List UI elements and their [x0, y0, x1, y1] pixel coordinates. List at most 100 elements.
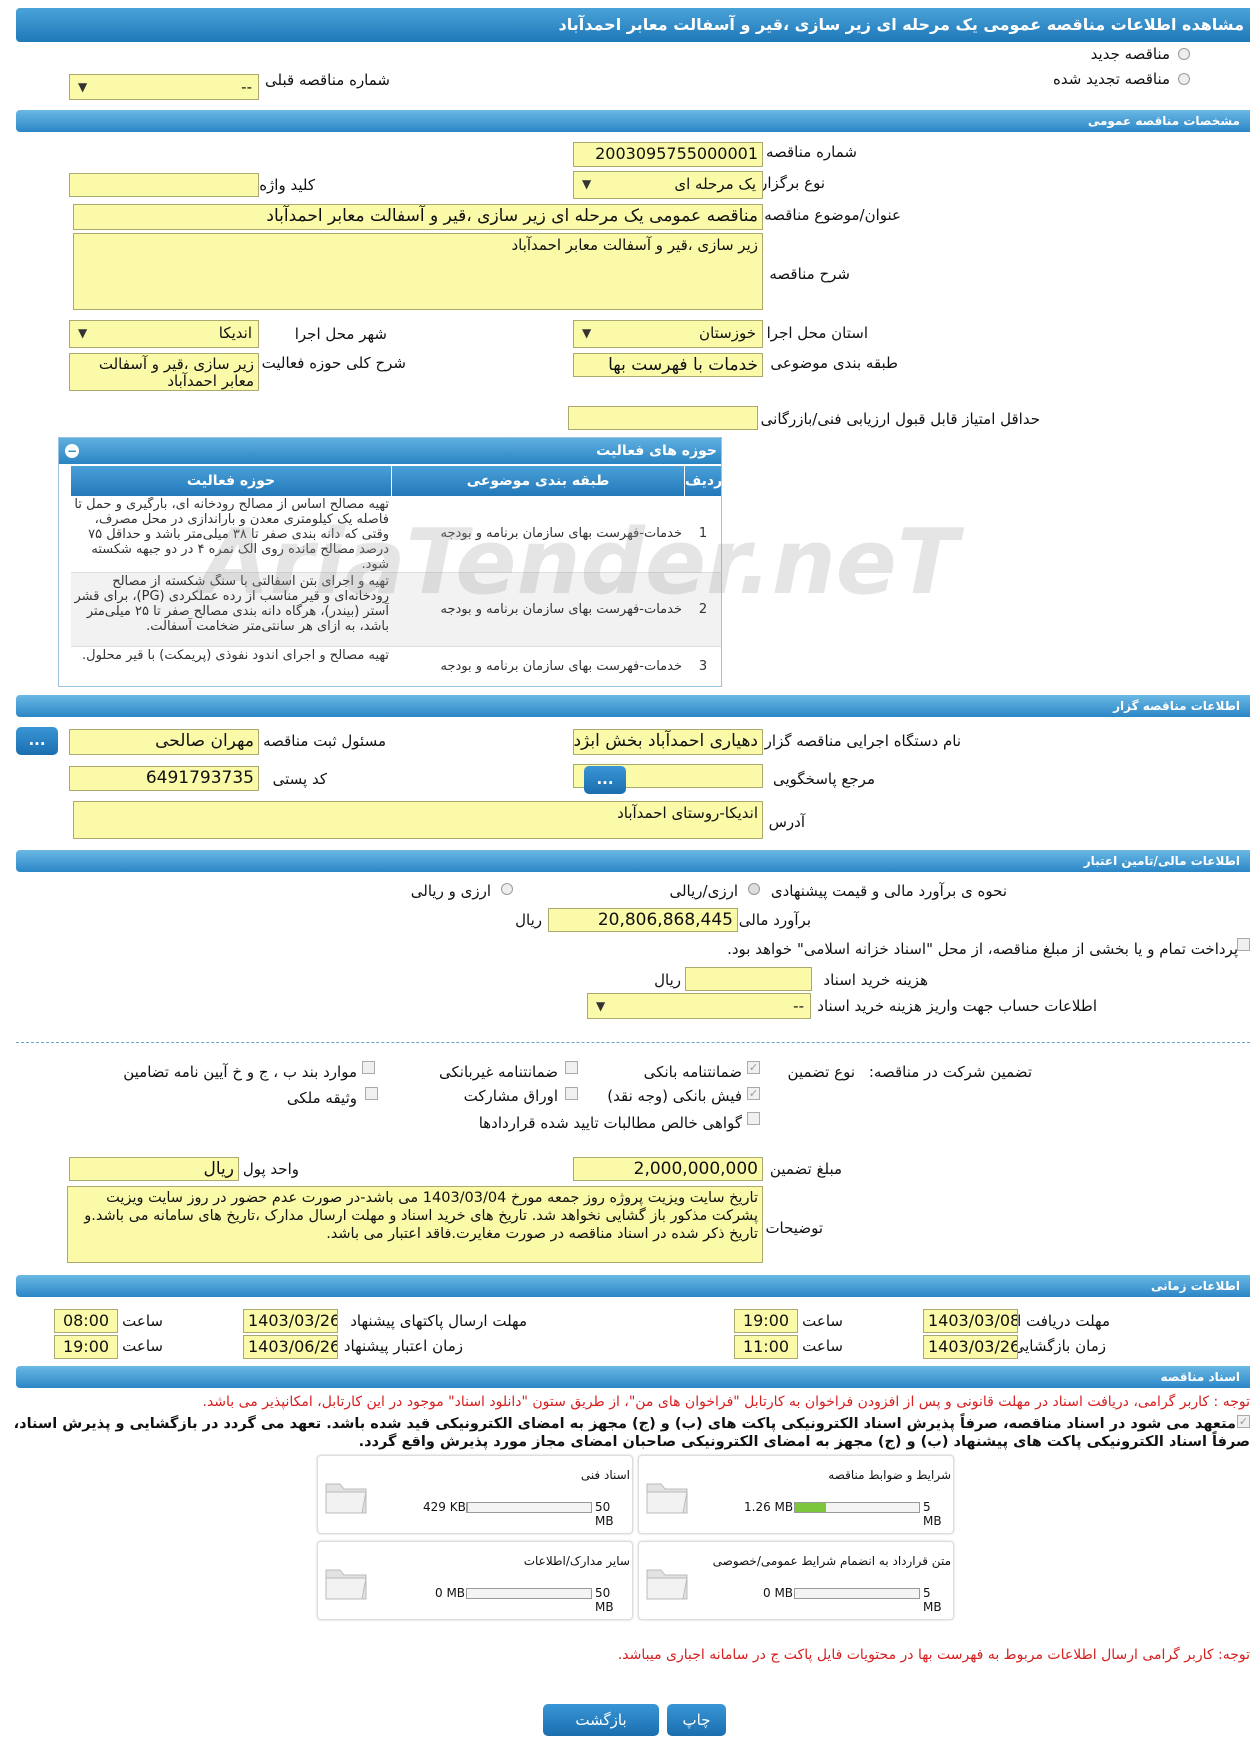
doc-fee-unit: ریال — [654, 971, 681, 989]
file-tile[interactable]: اسناد فنی 429 KB 50 MB — [317, 1455, 633, 1534]
province-label: استان محل اجرا — [766, 324, 868, 342]
scope-label: شرح کلی حوزه فعالیت — [261, 354, 406, 372]
nonbank-guarantee-checkbox[interactable] — [565, 1061, 578, 1074]
file-max: 5 MB — [923, 1500, 942, 1528]
regulation-checkbox[interactable] — [362, 1061, 375, 1074]
property-checkbox[interactable] — [365, 1087, 378, 1100]
back-button[interactable]: بازگشت — [543, 1704, 659, 1736]
address-field[interactable]: اندیکا-روستای احمدآباد — [73, 801, 763, 839]
page-title: مشاهده اطلاعات مناقصه عمومی یک مرحله ای … — [558, 15, 1244, 34]
keyword-field[interactable] — [69, 173, 259, 197]
file-size: 1.26 MB — [744, 1500, 794, 1514]
file-progress — [794, 1588, 920, 1599]
subject-field[interactable]: مناقصه عمومی یک مرحله ای زیر سازی ،قیر و… — [73, 204, 763, 230]
opening-time[interactable]: 11:00 — [734, 1335, 798, 1359]
prev-number-select[interactable]: -- ▼ — [69, 74, 259, 100]
city-value: اندیکا — [218, 324, 252, 342]
postal-field[interactable]: 6491793735 — [69, 766, 259, 791]
bonds-checkbox[interactable] — [565, 1087, 578, 1100]
commitment-line-1: متعهد می شود در اسناد مناقصه، صرفاً پذیر… — [13, 1416, 1236, 1432]
chevron-down-icon: ▼ — [582, 326, 592, 340]
prev-number-value: -- — [241, 78, 252, 96]
file-tile[interactable]: سایر مدارک/اطلاعات 0 MB 50 MB — [317, 1541, 633, 1620]
select-responsible-button[interactable]: ... — [16, 727, 58, 755]
validity-label: زمان اعتبار پیشنهاد — [343, 1337, 463, 1355]
rial-radio[interactable] — [748, 883, 760, 895]
fx-radio[interactable] — [501, 883, 513, 895]
table-row: 2 خدمات-فهرست بهای سازمان برنامه و بودجه… — [71, 573, 721, 647]
file-size: 0 MB — [435, 1586, 466, 1600]
receivables-checkbox[interactable] — [747, 1112, 760, 1125]
notes-label: توضیحات — [765, 1219, 823, 1237]
chevron-down-icon: ▼ — [78, 80, 88, 94]
print-button[interactable]: چاپ — [667, 1704, 726, 1736]
currency-field[interactable]: ریال — [69, 1157, 239, 1181]
nonbank-guarantee-label: ضمانتنامه غیربانکی — [439, 1063, 558, 1081]
section-general-title: مشخصات مناقصه عمومی — [1087, 114, 1240, 128]
file-progress — [466, 1588, 592, 1599]
guarantee-type-label: نوع تضمین — [787, 1063, 855, 1081]
docs-notice: توجه : کاربر گرامی، دریافت اسناد در مهلت… — [202, 1394, 1250, 1410]
validity-date[interactable]: 1403/06/26 — [243, 1335, 338, 1359]
file-tile[interactable]: شرایط و ضوابط مناقصه 1.26 MB 5 MB — [638, 1455, 954, 1534]
file-tile[interactable]: متن قرارداد به انضمام شرایط عمومی/خصوصی … — [638, 1541, 954, 1620]
section-documents-title: اسناد مناقصه — [1160, 1370, 1240, 1384]
section-organizer-title: اطلاعات مناقصه گزار — [1113, 699, 1240, 713]
cash-receipt-checkbox[interactable]: ✓ — [747, 1087, 760, 1100]
min-score-field[interactable] — [568, 406, 758, 430]
validity-time[interactable]: 19:00 — [54, 1335, 118, 1359]
divider — [16, 1042, 1250, 1043]
prev-number-label: شماره مناقصه قبلی — [265, 71, 390, 89]
section-financial-title: اطلاعات مالی/تامین اعتبار — [1083, 854, 1240, 868]
province-select[interactable]: خوزستان ▼ — [573, 320, 763, 348]
property-label: وثیقه ملکی — [286, 1089, 357, 1107]
responsible-field[interactable]: مهران صالحی — [69, 729, 259, 755]
page-title-bar: مشاهده اطلاعات مناقصه عمومی یک مرحله ای … — [16, 8, 1250, 42]
description-field[interactable]: زیر سازی ،قیر و آسفالت معابر احمدآباد — [73, 233, 763, 310]
treasury-checkbox[interactable] — [1237, 938, 1250, 951]
receive-docs-date[interactable]: 1403/03/08 — [923, 1309, 1018, 1333]
commitment-checkbox[interactable]: ✓ — [1237, 1415, 1250, 1428]
chevron-down-icon: ▼ — [596, 999, 606, 1013]
category-label: طبقه بندی موضوعی — [770, 354, 898, 372]
opening-date[interactable]: 1403/03/26 — [923, 1335, 1018, 1359]
guarantee-amount-label: مبلغ تضمین — [769, 1160, 842, 1178]
estimate-field[interactable]: 20,806,868,445 — [548, 908, 738, 932]
estimate-method-label: نحوه ی برآورد مالی و قیمت پیشنهادی — [770, 882, 1007, 900]
city-select[interactable]: اندیکا ▼ — [69, 320, 259, 348]
file-max: 50 MB — [595, 1500, 614, 1528]
responsible-label: مسئول ثبت مناقصه — [263, 732, 386, 750]
select-reference-button[interactable]: ... — [584, 766, 626, 794]
row-category: خدمات-فهرست بهای سازمان برنامه و بودجه — [440, 659, 682, 674]
province-value: خوزستان — [699, 324, 756, 342]
submit-label: مهلت ارسال پاکتهای پیشنهاد — [350, 1312, 527, 1330]
account-label: اطلاعات حساب جهت واریز هزینه خرید اسناد — [817, 997, 1097, 1015]
row-scope: تهیه مصالح و اجرای اندود نفوذی (پریمکت) … — [82, 648, 389, 663]
submit-time[interactable]: 08:00 — [54, 1309, 118, 1333]
row-number: 3 — [698, 659, 708, 674]
chevron-down-icon: ▼ — [78, 326, 88, 340]
row-scope: تهیه مصالح اساس از مصالح رودخانه ای، بار… — [74, 497, 389, 571]
row-number: 2 — [698, 602, 708, 617]
collapse-icon[interactable]: − — [65, 444, 79, 458]
new-tender-radio[interactable] — [1178, 48, 1190, 60]
bank-guarantee-checkbox[interactable]: ✓ — [747, 1061, 760, 1074]
notes-field[interactable]: تاریخ سایت ویزیت پروژه روز جمعه مورخ 140… — [67, 1186, 763, 1263]
submit-date[interactable]: 1403/03/26 — [243, 1309, 338, 1333]
agency-field[interactable]: دهیاری احمدآباد بخش ابژدان — [573, 729, 763, 755]
doc-fee-field[interactable] — [685, 967, 812, 991]
regulation-label: موارد بند ب ، ج و خ آیین نامه تضامین — [123, 1063, 357, 1081]
receive-docs-time[interactable]: 19:00 — [734, 1309, 798, 1333]
tender-number-field[interactable]: 2003095755000001 — [573, 142, 763, 167]
receive-time-label: ساعت — [802, 1312, 843, 1330]
category-field[interactable]: خدمات با فهرست بها — [573, 353, 763, 377]
section-organizer: اطلاعات مناقصه گزار — [16, 695, 1250, 717]
type-value: یک مرحله ای — [674, 175, 756, 193]
renewed-tender-radio[interactable] — [1178, 73, 1190, 85]
scope-field[interactable]: زیر سازی ،قیر و آسفالت معابر احمدآباد — [69, 353, 259, 391]
guarantee-amount-field[interactable]: 2,000,000,000 — [573, 1157, 763, 1181]
file-progress — [794, 1502, 920, 1513]
receivables-label: گواهی خالص مطالبات تایید شده قراردادها — [478, 1114, 742, 1132]
type-select[interactable]: یک مرحله ای ▼ — [573, 171, 763, 199]
account-select[interactable]: -- ▼ — [587, 993, 811, 1019]
